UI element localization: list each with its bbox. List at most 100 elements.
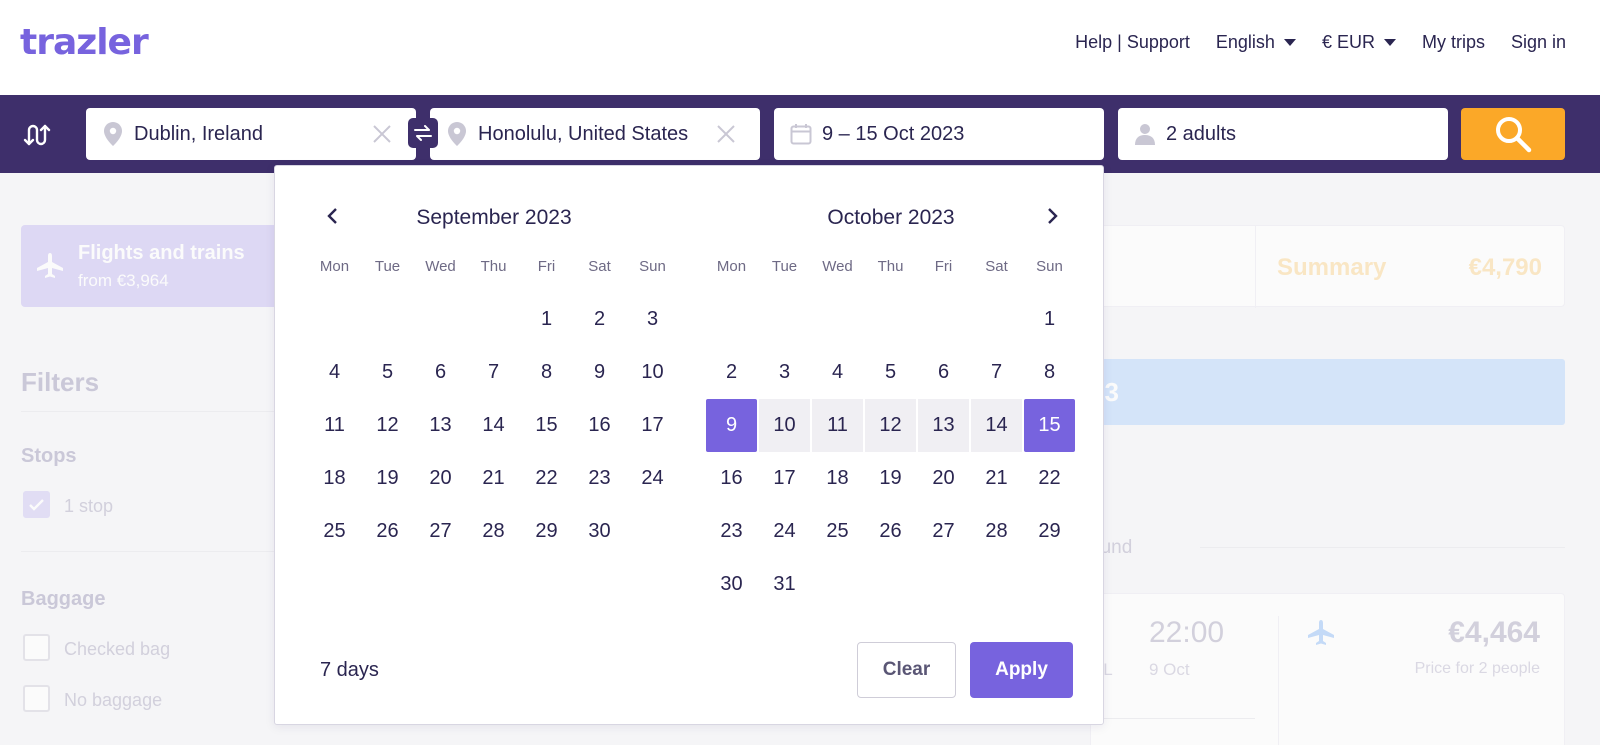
origin-field[interactable]: Dublin, Ireland: [86, 108, 416, 160]
day-cell[interactable]: 21: [467, 452, 520, 505]
day-cell[interactable]: 27: [414, 505, 467, 558]
sign-in-link[interactable]: Sign in: [1511, 32, 1566, 53]
close-icon[interactable]: [372, 124, 392, 144]
day-cell[interactable]: 28: [970, 505, 1023, 558]
apply-button[interactable]: Apply: [970, 642, 1073, 698]
day-cell[interactable]: 7: [467, 346, 520, 399]
day-cell[interactable]: 16: [705, 452, 758, 505]
swap-icon: [414, 125, 432, 141]
currency-selector[interactable]: € EUR: [1322, 32, 1396, 53]
search-button[interactable]: [1461, 108, 1565, 160]
day-cell[interactable]: 26: [361, 505, 414, 558]
no-baggage-checkbox[interactable]: [23, 685, 50, 712]
day-cell-selected-end[interactable]: 15: [1024, 399, 1075, 452]
day-cell[interactable]: 24: [626, 452, 679, 505]
day-cell[interactable]: 4: [308, 346, 361, 399]
day-cell[interactable]: 11: [308, 399, 361, 452]
day-cell[interactable]: 2: [705, 346, 758, 399]
day-cell[interactable]: 9: [573, 346, 626, 399]
month-title: September 2023: [416, 206, 572, 229]
close-icon[interactable]: [716, 124, 736, 144]
day-cell[interactable]: 16: [573, 399, 626, 452]
weekday-label: Wed: [822, 258, 853, 275]
summary-price: €4,790: [1468, 254, 1542, 281]
day-cell[interactable]: 23: [705, 505, 758, 558]
swap-button[interactable]: [408, 118, 438, 148]
my-trips-link[interactable]: My trips: [1422, 32, 1485, 53]
trip-duration: 7 days: [320, 659, 379, 681]
day-cell[interactable]: 22: [520, 452, 573, 505]
day-cell-in-range[interactable]: 10: [759, 399, 810, 452]
day-cell-in-range[interactable]: 14: [971, 399, 1022, 452]
day-cell[interactable]: 18: [308, 452, 361, 505]
day-cell[interactable]: 23: [573, 452, 626, 505]
day-cell[interactable]: 31: [758, 558, 811, 611]
day-cell[interactable]: 25: [308, 505, 361, 558]
logo[interactable]: trazler: [20, 22, 149, 63]
day-cell[interactable]: 10: [626, 346, 679, 399]
day-cell[interactable]: 26: [864, 505, 917, 558]
flights-trains-tab[interactable]: Flights and trains from €3,964: [21, 225, 291, 307]
day-cell[interactable]: 29: [520, 505, 573, 558]
day-cell-in-range[interactable]: 12: [865, 399, 916, 452]
weekday-label: Tue: [771, 258, 798, 275]
day-cell[interactable]: 1: [520, 293, 573, 346]
date-banner: 23: [1090, 359, 1565, 425]
day-cell[interactable]: 6: [414, 346, 467, 399]
day-cell[interactable]: 7: [970, 346, 1023, 399]
day-cell[interactable]: 30: [573, 505, 626, 558]
day-cell[interactable]: 19: [361, 452, 414, 505]
divider: [1200, 547, 1565, 548]
day-cell[interactable]: 22: [1023, 452, 1076, 505]
day-cell[interactable]: 15: [520, 399, 573, 452]
day-cell[interactable]: 6: [917, 346, 970, 399]
day-cell[interactable]: 19: [864, 452, 917, 505]
help-support-link[interactable]: Help | Support: [1075, 32, 1190, 53]
day-cell[interactable]: 20: [414, 452, 467, 505]
day-cell[interactable]: 29: [1023, 505, 1076, 558]
day-cell[interactable]: 28: [467, 505, 520, 558]
day-cell[interactable]: 5: [864, 346, 917, 399]
day-cell-in-range[interactable]: 11: [812, 399, 863, 452]
dates-field[interactable]: 9 – 15 Oct 2023: [774, 108, 1104, 160]
day-cell[interactable]: 27: [917, 505, 970, 558]
day-cell-in-range[interactable]: 13: [918, 399, 969, 452]
day-cell[interactable]: 8: [1023, 346, 1076, 399]
day-cell[interactable]: 12: [361, 399, 414, 452]
caret-down-icon: [1283, 39, 1296, 46]
currency-label: € EUR: [1321, 32, 1375, 52]
day-cell[interactable]: 4: [811, 346, 864, 399]
day-cell[interactable]: 25: [811, 505, 864, 558]
day-cell[interactable]: 1: [1023, 293, 1076, 346]
day-cell[interactable]: 17: [626, 399, 679, 452]
flight-result-card[interactable]: NL 22:00 9 Oct €4,464 Price for 2 people: [1090, 593, 1565, 745]
day-grid: 1 2 3 4 5 6 7 8 9 10 11 12 13 14 15 16 17 18 19 20 21 22 23 24 2…: [705, 293, 1077, 611]
route-icon[interactable]: [22, 120, 52, 150]
day-cell[interactable]: 3: [758, 346, 811, 399]
day-cell-selected-start[interactable]: 9: [706, 399, 757, 452]
clear-button[interactable]: Clear: [857, 642, 956, 698]
destination-field[interactable]: Honolulu, United States: [430, 108, 760, 160]
empty-day-cell: [467, 293, 520, 346]
day-cell[interactable]: 18: [811, 452, 864, 505]
day-cell[interactable]: 8: [520, 346, 573, 399]
empty-day-cell: [361, 293, 414, 346]
day-cell[interactable]: 13: [414, 399, 467, 452]
day-cell[interactable]: 3: [626, 293, 679, 346]
day-cell[interactable]: 24: [758, 505, 811, 558]
day-cell[interactable]: 21: [970, 452, 1023, 505]
search-icon: [1496, 117, 1532, 153]
stops-1-checkbox[interactable]: [23, 491, 50, 518]
day-cell[interactable]: 17: [758, 452, 811, 505]
language-selector[interactable]: English: [1216, 32, 1296, 53]
day-cell[interactable]: 14: [467, 399, 520, 452]
summary-tab-label[interactable]: Summary: [1277, 254, 1386, 282]
summary-tabs: s Summary €4,790: [1090, 225, 1565, 308]
day-cell[interactable]: 30: [705, 558, 758, 611]
day-cell[interactable]: 2: [573, 293, 626, 346]
day-cell[interactable]: 5: [361, 346, 414, 399]
checked-bag-checkbox[interactable]: [23, 634, 50, 661]
day-cell[interactable]: 20: [917, 452, 970, 505]
passengers-field[interactable]: 2 adults: [1118, 108, 1448, 160]
plane-icon: [37, 253, 63, 278]
